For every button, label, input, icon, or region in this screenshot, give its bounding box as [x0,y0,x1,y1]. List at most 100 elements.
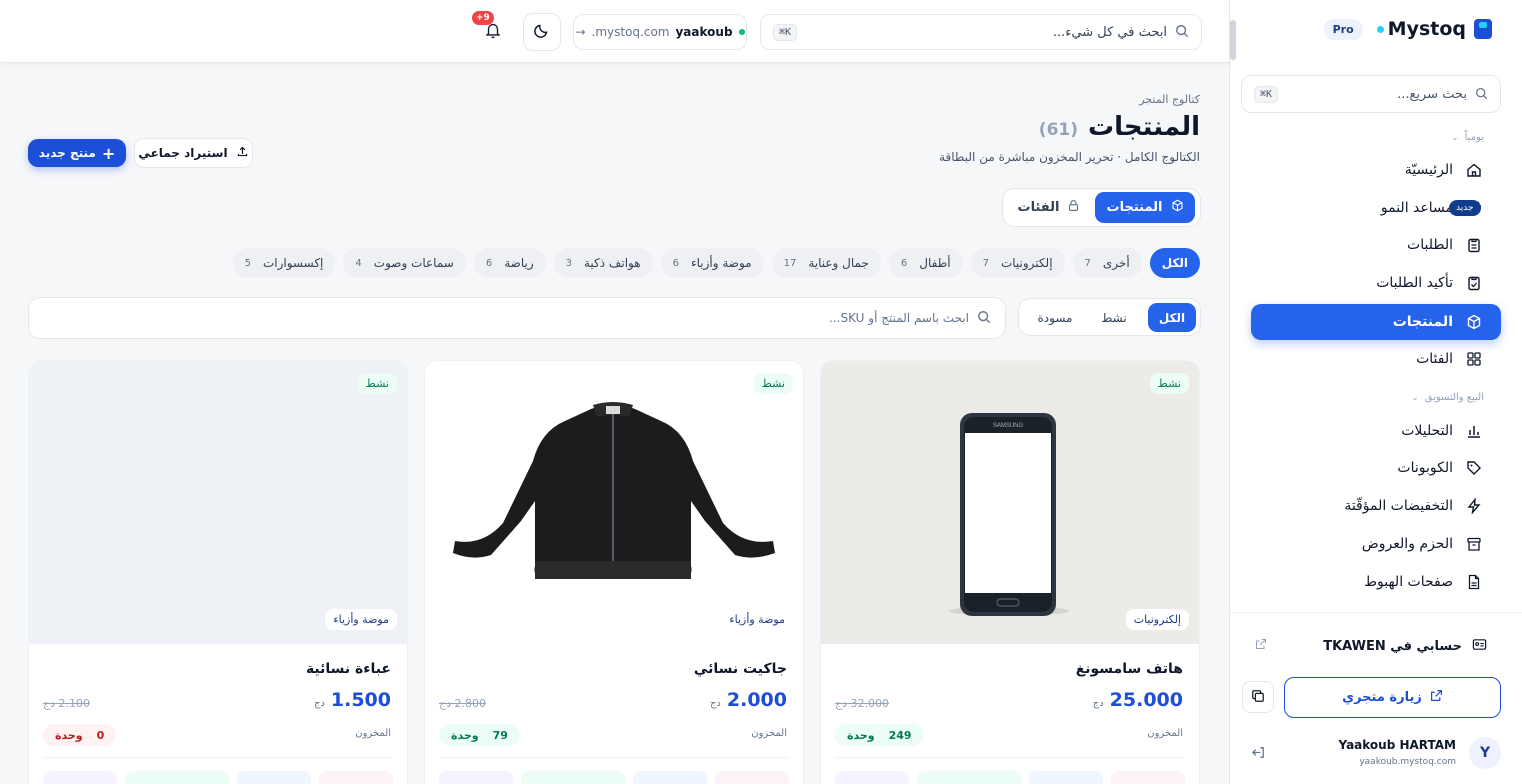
logout-icon[interactable] [1251,745,1266,764]
chip-label: أطفال [919,256,951,270]
chip-label: إلكترونيات [1000,256,1053,270]
chip-smartphones[interactable]: هواتف ذكية 3 [553,248,653,278]
action-chip[interactable] [438,771,514,784]
card-action-row [834,771,1185,784]
chip-electronics[interactable]: إلكترونيات 7 [970,248,1065,278]
sidebar: Mystoq Pro بحث سريع... ⌘K يومياً ⌄ الرئي… [1229,0,1522,784]
action-chip[interactable] [521,771,625,784]
price-currency: دج [313,698,325,709]
action-chip[interactable] [834,771,910,784]
global-search-input[interactable]: ابحث في كل شيء... ⌘K [760,14,1202,50]
sidebar-item-label: الكوبونات [1397,460,1453,476]
bolt-icon [1465,497,1483,515]
price-currency: دج [709,698,721,709]
chip-count: 5 [244,257,251,269]
sidebar-item-label: مساعد النمو [1380,200,1453,216]
product-price: 25.000 دج [1093,689,1183,711]
user-name: Yaakoub HARTAM [1338,738,1456,752]
lock-icon [1067,199,1080,216]
card-divider [835,757,1185,758]
chip-beauty[interactable]: جمال وعناية 17 [771,248,881,278]
sidebar-item-order-confirm[interactable]: تأكيد الطلبات [1251,265,1501,301]
stock-badge[interactable]: 0 وحدة [43,724,117,746]
store-url-chip[interactable]: → .mystoq.com yaakoub [573,14,747,50]
action-chip[interactable] [42,771,118,784]
chip-sports[interactable]: رياضة 6 [473,248,546,278]
app-root: ابحث في كل شيء... ⌘K → .mystoq.com yaako… [0,0,1522,784]
tab-categories[interactable]: الفئات [1008,192,1090,223]
status-badge: نشط [753,373,793,394]
sidebar-item-orders[interactable]: الطلبات [1251,227,1501,263]
user-profile[interactable]: Y Yaakoub HARTAM yaakoub.mystoq.com [1241,734,1501,774]
action-chip[interactable] [1028,771,1103,784]
new-product-label: منتج جديد [38,146,96,160]
action-chip[interactable] [917,771,1021,784]
stock-badge[interactable]: 79 وحدة [439,724,520,746]
action-chip[interactable] [632,771,707,784]
chip-all[interactable]: الكل [1149,248,1200,278]
brand[interactable]: Mystoq Pro [1323,18,1492,40]
sidebar-item-landing-pages[interactable]: صفحات الهبوط [1251,564,1501,600]
action-chip[interactable] [1110,771,1185,784]
bulk-import-button[interactable]: استيراد جماعي [134,138,253,168]
old-price: 32.000 دج [835,697,889,710]
copy-link-button[interactable] [1242,681,1274,713]
section-daily[interactable]: يومياً ⌄ [1451,132,1484,143]
chart-icon [1465,422,1483,440]
action-chip[interactable] [714,771,789,784]
tag-icon [1465,459,1483,477]
card-divider [439,757,789,758]
product-card[interactable]: نشط موضة وأزياء عباءة نسائية 1.500 دج 2.… [28,360,408,784]
store-subdomain: yaakoub [675,25,733,39]
section-sales[interactable]: البيع والتسويق ⌄ [1411,392,1484,403]
product-card[interactable]: نشط موضة وأزياء جاكيت نسائي 2.000 دج 2.8… [424,360,804,784]
chip-other[interactable]: أخرى 7 [1072,248,1142,278]
sidebar-scrollbar[interactable] [1230,20,1236,60]
category-chips: الكل أخرى 7 إلكترونيات 7 أطفال 6 جمال وعناي… [232,248,1200,278]
action-chip[interactable] [125,771,229,784]
visit-store-button[interactable]: زيارة متجري [1284,677,1501,718]
chip-fashion[interactable]: موضة وأزياء 6 [660,248,764,278]
sidebar-item-label: الرئيسيّة [1404,162,1453,178]
status-draft-button[interactable]: مسودة [1024,303,1086,332]
status-all-button[interactable]: الكل [1148,303,1196,332]
new-product-button[interactable]: + منتج جديد [28,139,126,167]
chip-audio[interactable]: سماعات وصوت 4 [343,248,466,278]
search-icon [977,309,991,328]
theme-toggle-button[interactable] [523,13,561,51]
search-shortcut-kbd: ⌘K [773,23,798,41]
sidebar-item-home[interactable]: الرئيسيّة [1251,152,1501,188]
sidebar-item-bundles[interactable]: الحزم والعروض [1251,526,1501,562]
tab-products[interactable]: المنتجات [1095,192,1195,223]
status-badge: نشط [357,373,397,394]
tab-products-label: المنتجات [1106,200,1163,215]
sidebar-search-input[interactable]: بحث سريع... ⌘K [1241,75,1501,113]
new-badge: جديد [1449,200,1481,216]
card-divider [43,757,393,758]
sidebar-item-products[interactable]: المنتجات [1251,304,1501,340]
action-chip[interactable] [236,771,311,784]
sidebar-item-growth[interactable]: مساعد النمو جديد [1251,190,1501,226]
search-icon [1175,23,1189,42]
product-image [425,361,803,644]
brand-dot [1376,25,1384,33]
chip-accessories[interactable]: إكسسوارات 5 [232,248,336,278]
price-value: 25.000 [1109,689,1183,711]
product-search-input[interactable]: ابحث باسم المنتج أو SKU... [28,297,1006,339]
stock-badge[interactable]: 249 وحدة [835,724,924,746]
product-price: 2.000 دج [710,689,787,711]
file-icon [1465,573,1483,591]
sidebar-item-categories[interactable]: الفئات [1251,341,1501,377]
avatar: Y [1469,737,1501,769]
sidebar-item-flash-sales[interactable]: التخفيضات المؤقّتة [1251,488,1501,524]
sidebar-item-coupons[interactable]: الكوبونات [1251,450,1501,486]
sidebar-item-analytics[interactable]: التحليلات [1251,413,1501,449]
action-chip[interactable] [318,771,393,784]
status-active-button[interactable]: نشط [1088,303,1140,332]
old-price: 2.100 دج [43,697,90,710]
tab-categories-label: الفئات [1017,200,1060,215]
status-badge: نشط [1149,373,1189,394]
product-card[interactable]: SAMSUNG نشط إلكترونيات هاتف سامسونغ 25.0… [820,360,1200,784]
chip-kids[interactable]: أطفال 6 [888,248,963,278]
tkawen-account-link[interactable]: حسابي في TKAWEN [1241,627,1501,665]
